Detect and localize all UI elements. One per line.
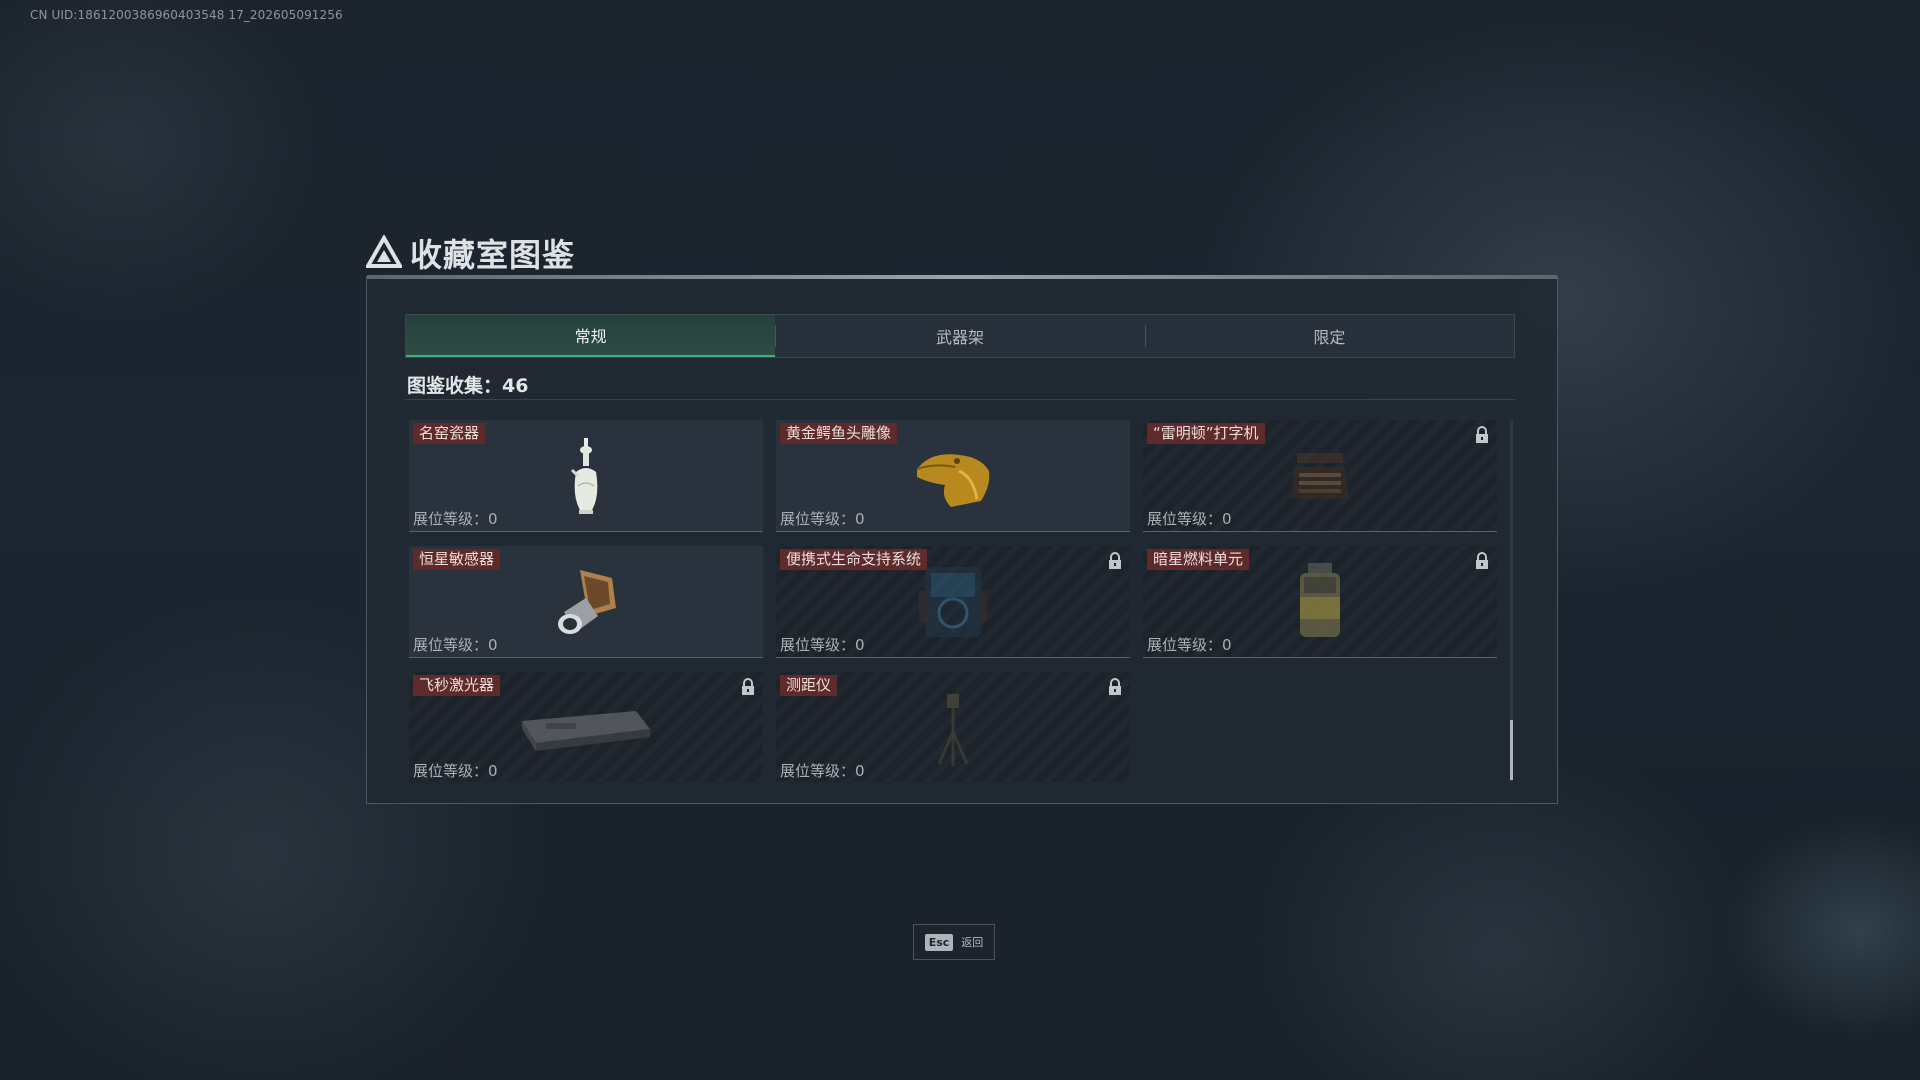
item-name: “雷明顿”打字机 [1147,423,1265,444]
item-level: 展位等级：0 [780,510,865,528]
item-card-fuel-cell[interactable]: 暗星燃料单元 展位等级：0 [1143,546,1497,658]
item-level: 展位等级：0 [780,636,865,654]
rangefinder-icon [937,693,969,766]
back-button[interactable]: Esc 返回 [913,924,995,960]
life-support-icon [919,566,987,637]
porcelain-vase-icon [570,437,598,514]
femtosecond-laser-icon [522,710,650,751]
tab-limited[interactable]: 限定 [1144,315,1514,357]
lock-icon [742,678,754,695]
tab-regular[interactable]: 常规 [406,315,776,357]
item-grid: 名窑瓷器 展位等级：0 黄金鳄鱼头雕像 展位等级：0 “雷明顿”打字机 展位等级… [409,420,1499,782]
lock-icon [1109,678,1121,695]
tab-label: 限定 [1313,328,1346,347]
lock-icon [1109,552,1121,569]
golden-crocodile-head-icon [916,453,990,507]
typewriter-icon [1291,452,1349,499]
item-name: 黄金鳄鱼头雕像 [780,423,898,444]
tab-label: 武器架 [935,328,984,347]
item-card-rangefinder[interactable]: 测距仪 展位等级：0 [776,672,1130,782]
collection-panel: 常规 武器架 限定 图鉴收集：46 名窑瓷器 展位等级：0 黄金鳄鱼头雕像 展位… [366,275,1558,804]
item-name: 暗星燃料单元 [1147,549,1250,570]
esc-key-icon: Esc [924,933,954,951]
tab-weapon-rack[interactable]: 武器架 [775,315,1144,357]
item-card-star-sensor[interactable]: 恒星敏感器 展位等级：0 [409,546,763,658]
item-card-golden-crocodile[interactable]: 黄金鳄鱼头雕像 展位等级：0 [776,420,1130,532]
item-card-typewriter[interactable]: “雷明顿”打字机 展位等级：0 [1143,420,1497,532]
lock-icon [1476,426,1488,443]
item-name: 名窑瓷器 [413,423,486,444]
item-level: 展位等级：0 [1147,510,1232,528]
grid-scrollbar[interactable] [1510,420,1513,782]
lock-icon [1476,552,1488,569]
scrollbar-thumb[interactable] [1510,720,1513,780]
item-card-femtosecond-laser[interactable]: 飞秒激光器 展位等级：0 [409,672,763,782]
item-level: 展位等级：0 [413,636,498,654]
item-name: 测距仪 [780,675,838,696]
page-title: 收藏室图鉴 [410,236,576,274]
item-level: 展位等级：0 [413,510,498,528]
collection-count: 图鉴收集：46 [407,375,529,397]
item-level: 展位等级：0 [780,762,865,780]
tab-label: 常规 [574,327,607,346]
item-level: 展位等级：0 [413,762,498,780]
item-name: 便携式生命支持系统 [780,549,928,570]
item-card-porcelain[interactable]: 名窑瓷器 展位等级：0 [409,420,763,532]
item-name: 飞秒激光器 [413,675,501,696]
triangle-logo-icon [366,235,402,268]
panel-top-border [367,275,1557,279]
back-label: 返回 [961,936,984,949]
divider [405,399,1515,400]
uid-text: CN UID:1861200386960403548 17_2026050912… [30,8,343,22]
star-sensor-icon [558,569,616,634]
page-header: 收藏室图鉴 [366,228,575,276]
fuel-cell-icon [1300,562,1340,637]
tab-bar: 常规 武器架 限定 [405,314,1515,358]
item-card-life-support[interactable]: 便携式生命支持系统 展位等级：0 [776,546,1130,658]
item-name: 恒星敏感器 [413,549,501,570]
item-level: 展位等级：0 [1147,636,1232,654]
